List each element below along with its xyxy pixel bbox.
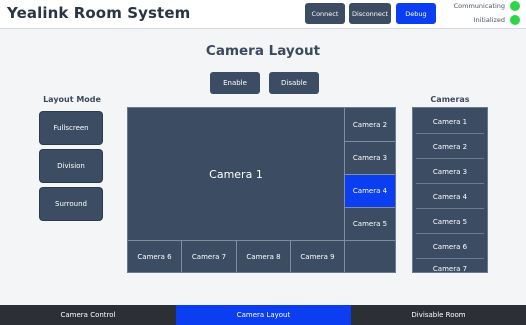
- connect-button[interactable]: Connect: [305, 3, 345, 24]
- layout-cell-bottom[interactable]: Camera 9: [291, 241, 344, 272]
- layout-cell-bottom[interactable]: Camera 6: [128, 241, 181, 272]
- camera-list-item[interactable]: Camera 2: [416, 135, 484, 159]
- camera-list-item[interactable]: Camera 4: [416, 185, 484, 209]
- grid-divider: [345, 240, 395, 241]
- disconnect-button[interactable]: Disconnect: [349, 3, 391, 24]
- layout-cell-right[interactable]: Camera 5: [345, 208, 395, 240]
- disable-button[interactable]: Disable: [269, 72, 319, 94]
- camera-list-item[interactable]: Camera 7: [416, 260, 484, 272]
- debug-button[interactable]: Debug: [396, 3, 436, 24]
- page-title: Camera Layout: [205, 43, 321, 59]
- camera-list-item[interactable]: Camera 5: [416, 210, 484, 234]
- camera-list-item[interactable]: Camera 3: [416, 160, 484, 184]
- initialized-indicator-icon: [510, 15, 520, 25]
- camera-list-item[interactable]: Camera 1: [416, 110, 484, 134]
- layout-cell-bottom[interactable]: Camera 7: [182, 241, 236, 272]
- app-title: Yealink Room System: [7, 4, 191, 22]
- division-mode-button[interactable]: Division: [40, 150, 102, 182]
- layout-cell-main[interactable]: Camera 1: [128, 108, 344, 240]
- bottom-tab-bar: Camera Control Camera Layout Divisable R…: [0, 305, 526, 325]
- status-communicating: Communicating: [453, 2, 505, 10]
- fullscreen-mode-button[interactable]: Fullscreen: [40, 112, 102, 144]
- tab-camera-layout[interactable]: Camera Layout: [176, 305, 351, 325]
- cameras-list[interactable]: Camera 1 Camera 2 Camera 3 Camera 4 Came…: [412, 107, 488, 273]
- communicating-indicator-icon: [510, 1, 520, 11]
- top-bar: Yealink Room System Connect Disconnect D…: [0, 0, 526, 29]
- layout-cell-bottom[interactable]: Camera 8: [237, 241, 290, 272]
- cameras-heading: Cameras: [430, 95, 470, 104]
- layout-cell-right[interactable]: Camera 2: [345, 108, 395, 141]
- enable-button[interactable]: Enable: [210, 72, 260, 94]
- status-initialized: Initialized: [473, 16, 505, 24]
- layout-mode-heading: Layout Mode: [43, 95, 101, 104]
- tab-divisable-room[interactable]: Divisable Room: [351, 305, 526, 325]
- tab-camera-control[interactable]: Camera Control: [0, 305, 176, 325]
- layout-cell-right-selected[interactable]: Camera 4: [345, 175, 395, 207]
- camera-layout-grid: Camera 1 Camera 2 Camera 3 Camera 4 Came…: [127, 107, 396, 273]
- camera-list-item[interactable]: Camera 6: [416, 235, 484, 259]
- surround-mode-button[interactable]: Surround: [40, 188, 102, 220]
- layout-cell-right[interactable]: Camera 3: [345, 142, 395, 174]
